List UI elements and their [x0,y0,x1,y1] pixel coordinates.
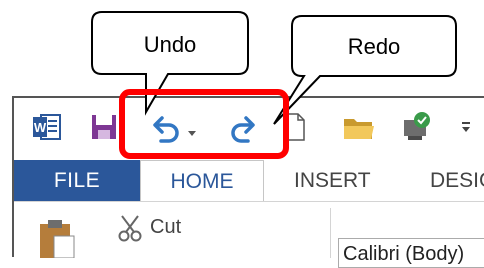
tab-insert[interactable]: INSERT [294,160,371,202]
tab-file[interactable]: FILE [14,160,140,202]
undo-callout-text: Undo [143,32,197,57]
font-name-combobox[interactable]: Calibri (Body) [338,238,484,268]
tab-design[interactable]: DESIG [430,160,484,202]
undo-icon[interactable] [150,114,182,144]
word-window: W FILE HOME INSERT DESI Cut Calibri (Bod… [12,96,484,268]
tab-home[interactable]: HOME [140,160,264,202]
spellcheck-icon[interactable] [400,110,434,142]
save-icon[interactable] [90,113,118,141]
customize-qat-icon[interactable] [460,120,472,134]
ribbon-tabs: FILE HOME INSERT DESIG [14,160,484,202]
svg-text:W: W [34,120,47,135]
open-folder-icon[interactable] [342,115,376,141]
home-ribbon: Cut Calibri (Body) [14,202,484,268]
cut-label[interactable]: Cut [150,216,181,239]
ribbon-group-separator [330,208,331,258]
paste-icon[interactable] [36,218,76,259]
cut-icon[interactable] [116,214,144,242]
quick-access-toolbar: W [14,98,484,160]
word-app-icon[interactable]: W [32,112,62,142]
new-document-icon[interactable] [282,112,306,142]
redo-icon[interactable] [228,114,258,144]
redo-callout-text: Redo [347,34,401,59]
undo-dropdown-icon[interactable] [187,125,197,136]
